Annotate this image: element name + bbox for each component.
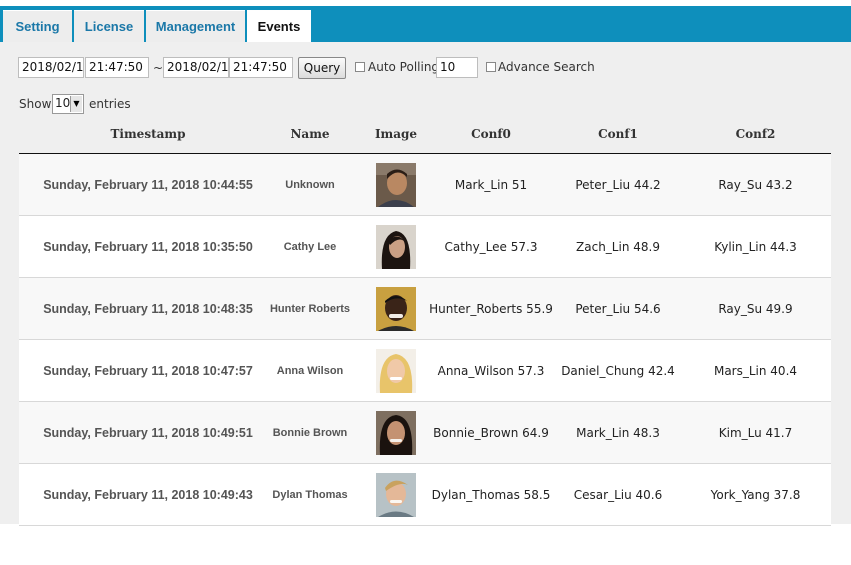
timestamp-cell: Sunday, February 11, 2018 10:49:43 — [43, 487, 253, 502]
table-row[interactable]: Sunday, February 11, 2018 10:44:55 Unkno… — [19, 154, 831, 216]
name-cell: Anna Wilson — [276, 364, 344, 377]
auto-polling-label: Auto Polling — [368, 60, 440, 74]
entries-label: entries — [89, 97, 131, 111]
image-cell — [366, 278, 426, 339]
auto-polling-checkbox[interactable] — [355, 62, 365, 72]
conf1-cell: Zach_Lin 48.9 — [576, 239, 660, 254]
query-button[interactable]: Query — [298, 57, 346, 79]
name-cell: Bonnie Brown — [272, 426, 348, 439]
advance-search-label: Advance Search — [498, 60, 595, 74]
end-time-input[interactable]: 21:47:50 — [229, 57, 293, 78]
table-row[interactable]: Sunday, February 11, 2018 10:49:51 Bonni… — [19, 402, 831, 464]
name-cell: Dylan Thomas — [272, 488, 348, 501]
events-panel: Setting License Management Events 2018/0… — [0, 6, 851, 526]
conf1-cell: Peter_Liu 54.6 — [575, 301, 661, 316]
conf2-cell: Mars_Lin 40.4 — [713, 363, 798, 378]
face-photo-icon[interactable] — [376, 410, 416, 455]
name-cell: Unknown — [285, 178, 335, 191]
header-conf1[interactable]: Conf1 — [556, 116, 680, 152]
tab-events[interactable]: Events — [247, 10, 311, 42]
image-cell — [366, 216, 426, 277]
conf2-cell: Kylin_Lin 44.3 — [714, 239, 797, 254]
face-photo-icon[interactable] — [376, 162, 416, 207]
timestamp-cell: Sunday, February 11, 2018 10:35:50 — [43, 239, 253, 254]
advance-search-checkbox[interactable] — [486, 62, 496, 72]
conf0-cell: Cathy_Lee 57.3 — [444, 239, 538, 254]
conf1-cell: Peter_Liu 44.2 — [575, 177, 661, 192]
header-name[interactable]: Name — [277, 116, 343, 152]
table-body: Sunday, February 11, 2018 10:44:55 Unkno… — [19, 154, 831, 526]
chevron-down-icon: ▼ — [70, 96, 82, 112]
timestamp-cell: Sunday, February 11, 2018 10:48:35 — [43, 301, 253, 316]
timestamp-cell: Sunday, February 11, 2018 10:49:51 — [43, 425, 253, 440]
conf0-cell: Hunter_Roberts 55.9 — [429, 301, 553, 316]
image-cell — [366, 402, 426, 463]
face-photo-icon[interactable] — [376, 224, 416, 269]
face-photo-icon[interactable] — [376, 472, 416, 517]
entries-select[interactable]: 10 ▼ — [52, 94, 84, 114]
end-date-input[interactable]: 2018/02/11 — [163, 57, 229, 78]
tab-management[interactable]: Management — [146, 10, 245, 42]
tab-license[interactable]: License — [74, 10, 144, 42]
conf0-cell: Dylan_Thomas 58.5 — [431, 487, 551, 502]
face-photo-icon[interactable] — [376, 286, 416, 331]
show-label: Show — [19, 97, 52, 111]
conf2-cell: York_Yang 37.8 — [710, 487, 801, 502]
header-image[interactable]: Image — [366, 116, 426, 152]
image-cell — [366, 464, 426, 525]
polling-interval-input[interactable]: 10 — [436, 57, 478, 78]
start-date-input[interactable]: 2018/02/10 — [18, 57, 84, 78]
conf1-cell: Daniel_Chung 42.4 — [561, 363, 675, 378]
table-row[interactable]: Sunday, February 11, 2018 10:47:57 Anna … — [19, 340, 831, 402]
header-timestamp[interactable]: Timestamp — [19, 116, 277, 152]
header-conf0[interactable]: Conf0 — [426, 116, 556, 152]
start-time-input[interactable]: 21:47:50 — [85, 57, 149, 78]
timestamp-cell: Sunday, February 11, 2018 10:44:55 — [43, 177, 253, 192]
conf2-cell: Ray_Su 49.9 — [718, 301, 793, 316]
conf0-cell: Anna_Wilson 57.3 — [437, 363, 545, 378]
header-conf2[interactable]: Conf2 — [680, 116, 831, 152]
name-cell: Cathy Lee — [283, 240, 337, 253]
tab-setting[interactable]: Setting — [3, 10, 72, 42]
conf1-cell: Mark_Lin 48.3 — [576, 425, 660, 440]
entries-value: 10 — [55, 96, 71, 110]
conf2-cell: Ray_Su 43.2 — [718, 177, 793, 192]
conf0-cell: Mark_Lin 51 — [454, 177, 528, 192]
table-row[interactable]: Sunday, February 11, 2018 10:48:35 Hunte… — [19, 278, 831, 340]
conf2-cell: Kim_Lu 41.7 — [718, 425, 793, 440]
image-cell — [366, 340, 426, 401]
tab-bar: Setting License Management Events — [0, 6, 851, 42]
events-table: Timestamp Name Image Conf0 Conf1 Conf2 S… — [19, 116, 831, 526]
table-row[interactable]: Sunday, February 11, 2018 10:49:43 Dylan… — [19, 464, 831, 526]
image-cell — [366, 154, 426, 215]
table-row[interactable]: Sunday, February 11, 2018 10:35:50 Cathy… — [19, 216, 831, 278]
range-separator: ~ — [153, 61, 164, 75]
conf1-cell: Cesar_Liu 40.6 — [573, 487, 663, 502]
face-photo-icon[interactable] — [376, 348, 416, 393]
table-header: Timestamp Name Image Conf0 Conf1 Conf2 — [19, 116, 831, 154]
timestamp-cell: Sunday, February 11, 2018 10:47:57 — [43, 363, 253, 378]
conf0-cell: Bonnie_Brown 64.9 — [433, 425, 549, 440]
name-cell: Hunter Roberts — [269, 302, 351, 315]
